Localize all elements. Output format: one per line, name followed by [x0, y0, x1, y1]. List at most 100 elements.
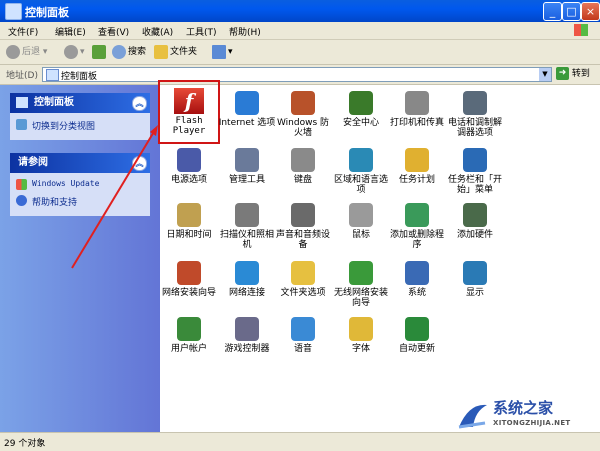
watermark: 系统之家 XITONGZHIJIA.NET: [455, 397, 595, 437]
control-panel-item[interactable]: 系统: [388, 261, 446, 298]
control-panel-item[interactable]: 无线网络安装向导: [332, 261, 390, 308]
control-panel-item[interactable]: 鼠标: [332, 203, 390, 240]
speech-icon: [291, 317, 315, 341]
up-folder-button[interactable]: [92, 44, 108, 60]
control-panel-item[interactable]: 键盘: [274, 148, 332, 185]
toolbar: 后退 ▾ ▾ 搜索 文件夹 ▾: [0, 40, 600, 65]
menu-file[interactable]: 文件(F): [8, 25, 38, 38]
control-panel-item[interactable]: 游戏控制器: [218, 317, 276, 354]
control-panel-item-label: 电话和调制解调器选项: [447, 118, 502, 138]
control-panel-item[interactable]: 添加硬件: [446, 203, 504, 240]
control-panel-item[interactable]: 电源选项: [160, 148, 218, 185]
control-panel-item[interactable]: 管理工具: [218, 148, 276, 185]
control-panel-item-label: 字体: [351, 344, 370, 354]
fonts-folder-icon: [349, 317, 373, 341]
speaker-icon: [291, 203, 315, 227]
annotation-arrow: [71, 125, 158, 269]
control-panel-item-label: 任务计划: [398, 175, 435, 185]
control-panel-item[interactable]: Internet 选项: [218, 91, 276, 128]
printer-icon: [405, 91, 429, 115]
flash-player-icon: f: [174, 88, 204, 114]
control-panel-item[interactable]: Windows 防火墙: [274, 91, 332, 138]
control-panel-item[interactable]: 任务计划: [388, 148, 446, 185]
address-bar: 地址(D) 控制面板 ▼ ➜ 转到: [0, 65, 600, 85]
control-panel-item-label: 文件夹选项: [280, 288, 326, 298]
watermark-logo-icon: [458, 404, 487, 429]
control-panel-item[interactable]: 语音: [274, 317, 332, 354]
control-panel-item[interactable]: 声音和音频设备: [274, 203, 332, 250]
globe-icon: [349, 148, 373, 172]
control-panel-item[interactable]: 区域和语言选项: [332, 148, 390, 195]
go-arrow-icon: ➜: [556, 67, 569, 80]
wireless-icon: [349, 261, 373, 285]
menu-help[interactable]: 帮助(H): [229, 25, 261, 38]
mouse-icon: [349, 203, 373, 227]
control-panel-item[interactable]: 网络安装向导: [160, 261, 218, 298]
control-panel-item-label: 游戏控制器: [224, 344, 270, 354]
control-panel-icon: [5, 3, 22, 20]
content-pane: [160, 85, 600, 432]
folder-icon: [154, 44, 168, 59]
firewall-icon: [291, 91, 315, 115]
control-panel-item[interactable]: 电话和调制解调器选项: [446, 91, 504, 138]
watermark-url: XITONGZHIJIA.NET: [493, 419, 571, 427]
up-folder-icon: [92, 44, 106, 59]
go-button[interactable]: ➜ 转到: [556, 67, 590, 82]
control-panel-item-label: 用户帐户: [170, 344, 207, 354]
control-panel-item-label: Internet 选项: [218, 118, 276, 128]
menu-view[interactable]: 查看(V): [98, 25, 129, 38]
gamepad-icon: [235, 317, 259, 341]
control-panel-item-label: 电源选项: [170, 175, 207, 185]
control-panel-item-label: 网络安装向导: [161, 288, 216, 298]
control-panel-item[interactable]: 网络连接: [218, 261, 276, 298]
control-panel-item-label: 键盘: [293, 175, 312, 185]
control-panel-item-label: 安全中心: [342, 118, 379, 128]
shield-icon: [349, 91, 373, 115]
menu-tools[interactable]: 工具(T): [186, 25, 217, 38]
folders-button[interactable]: 文件夹: [154, 44, 197, 60]
control-panel-item-label: 日期和时间: [166, 230, 212, 240]
address-input[interactable]: 控制面板 ▼: [42, 67, 552, 82]
address-label: 地址(D): [6, 71, 38, 81]
control-panel-item[interactable]: 自动更新: [388, 317, 446, 354]
search-button[interactable]: 搜索: [112, 44, 146, 60]
users-icon: [177, 317, 201, 341]
title-bar: 控制面板 _ □ ×: [0, 0, 600, 22]
search-icon: [112, 44, 126, 59]
control-panel-item[interactable]: 文件夹选项: [274, 261, 332, 298]
globe-settings-icon: [235, 91, 259, 115]
maximize-button[interactable]: □: [562, 2, 581, 21]
control-panel-item-label: 系统: [407, 288, 426, 298]
clock-icon: [177, 203, 201, 227]
folder-icon: [291, 261, 315, 285]
menu-edit[interactable]: 编辑(E): [55, 25, 86, 38]
control-panel-item[interactable]: 任务栏和「开始」菜单: [446, 148, 504, 195]
control-panel-item-label: 管理工具: [228, 175, 265, 185]
camera-icon: [235, 203, 259, 227]
control-panel-item[interactable]: 字体: [332, 317, 390, 354]
taskbar-icon: [463, 148, 487, 172]
back-button[interactable]: 后退 ▾: [6, 44, 47, 60]
control-panel-item[interactable]: 日期和时间: [160, 203, 218, 240]
control-panel-item[interactable]: 打印机和传真: [388, 91, 446, 128]
close-button[interactable]: ×: [581, 2, 600, 21]
menu-favorites[interactable]: 收藏(A): [142, 25, 173, 38]
views-icon: [212, 44, 226, 59]
control-panel-item-label: Windows 防火墙: [276, 118, 330, 138]
minimize-button[interactable]: _: [543, 2, 562, 21]
control-panel-item[interactable]: 扫描仪和照相机: [218, 203, 276, 250]
flash-player-item[interactable]: f Flash Player: [158, 80, 220, 144]
control-panel-item[interactable]: 安全中心: [332, 91, 390, 128]
control-panel-item-label: 打印机和传真: [389, 118, 444, 128]
address-dropdown-button[interactable]: ▼: [539, 68, 551, 81]
control-panel-item-label: 语音: [293, 344, 312, 354]
control-panel-item-label: 添加硬件: [456, 230, 493, 240]
control-panel-item[interactable]: 用户帐户: [160, 317, 218, 354]
display-icon: [463, 261, 487, 285]
control-panel-item-label: 扫描仪和照相机: [219, 230, 274, 250]
forward-button[interactable]: ▾: [64, 44, 85, 60]
control-panel-item[interactable]: 添加或删除程序: [388, 203, 446, 250]
control-panel-item[interactable]: 显示: [446, 261, 504, 298]
control-panel-item-label: 鼠标: [351, 230, 370, 240]
views-button[interactable]: ▾: [212, 44, 233, 60]
